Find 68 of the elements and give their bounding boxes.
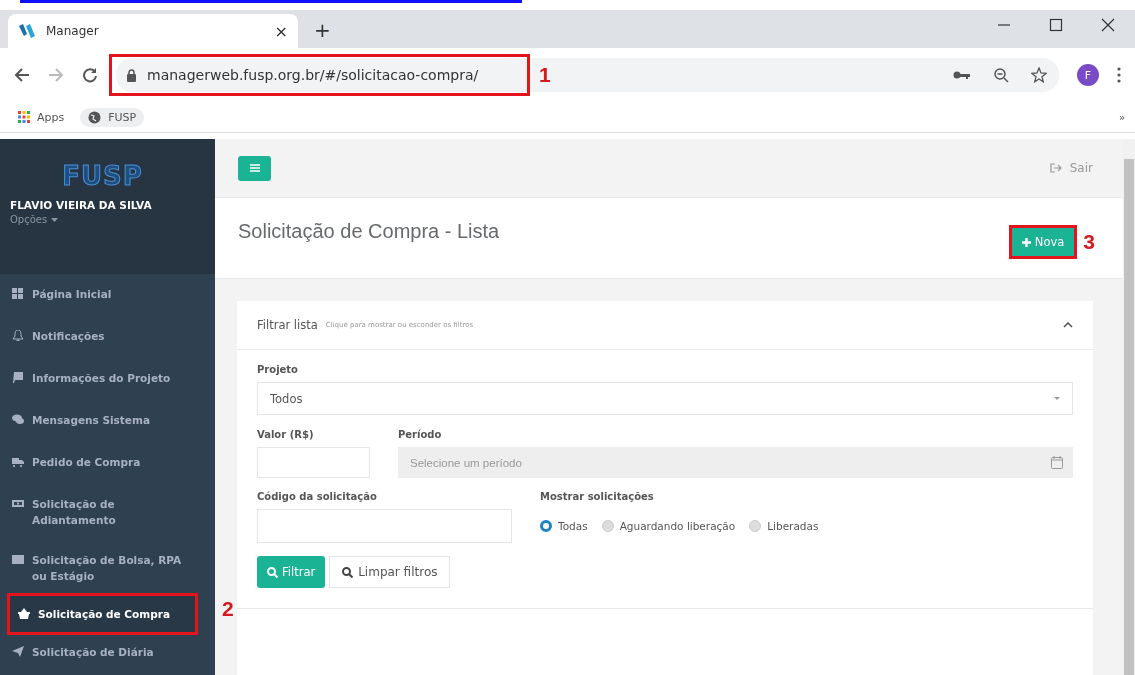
field-label: Projeto xyxy=(257,364,299,375)
sidebar-item[interactable]: Solicitação de Bolsa, RPA ou Estágio xyxy=(0,540,215,596)
clear-filters-button[interactable]: Limpar filtros xyxy=(329,556,451,588)
bookmark[interactable]: Apps xyxy=(10,107,73,127)
close-icon[interactable] xyxy=(1101,18,1115,32)
scrollbar[interactable] xyxy=(1123,139,1135,675)
page-title: Solicitação de Compra - Lista xyxy=(238,220,500,244)
sidebar-item[interactable]: Informações do Projeto xyxy=(0,358,215,400)
address-bar[interactable]: managerweb.fusp.org.br/#/solicitacao-compra/ xyxy=(112,57,527,93)
globe-icon xyxy=(88,110,102,124)
new-tab-button[interactable]: + xyxy=(314,18,331,42)
back-arrow-icon[interactable] xyxy=(14,67,30,83)
browser-tab[interactable]: Manager × xyxy=(8,14,298,48)
logo-icon xyxy=(18,23,36,39)
apps-grid-icon xyxy=(18,111,30,123)
truck-icon xyxy=(12,456,24,467)
bookmark[interactable]: FUSP xyxy=(80,107,145,127)
radio-option[interactable]: Liberadas xyxy=(749,520,819,532)
basket-icon xyxy=(18,608,30,619)
sidebar-item[interactable]: Solicitação de Adiantamento xyxy=(0,484,215,540)
zoom-out-icon[interactable] xyxy=(993,67,1009,83)
tab-title: Manager xyxy=(46,24,100,38)
annotation-number: 3 xyxy=(1083,230,1095,254)
maximize-icon[interactable] xyxy=(1049,18,1063,32)
grid-icon xyxy=(12,288,24,299)
star-icon[interactable] xyxy=(1031,67,1047,83)
more-menu-icon[interactable] xyxy=(1117,67,1121,83)
banknote-icon xyxy=(12,498,24,509)
sidebar-item[interactable]: Página Inicial xyxy=(0,274,215,316)
annotation-number: 1 xyxy=(539,63,551,87)
caret-icon xyxy=(51,217,59,222)
menu-icon xyxy=(249,164,260,172)
field-label: Código da solicitação xyxy=(257,491,378,502)
chat-icon xyxy=(12,414,24,425)
options-dropdown[interactable]: Opções xyxy=(10,214,215,225)
more-bookmarks-button[interactable]: » xyxy=(1118,111,1125,123)
caret-icon xyxy=(1054,397,1060,400)
user-name: FLAVIO VIEIRA DA SILVA xyxy=(10,199,153,211)
sidebar-item[interactable]: Solicitação de Diária xyxy=(0,632,215,674)
project-select[interactable]: Todos xyxy=(257,382,1073,415)
field-label: Período xyxy=(398,429,443,440)
plus-icon xyxy=(1021,237,1031,247)
sidebar-item[interactable]: Notificações xyxy=(0,316,215,358)
field-label: Mostrar solicitações xyxy=(540,491,655,502)
panel-title: Filtrar lista xyxy=(257,318,318,332)
sidebar-item[interactable]: Pedido de Compra xyxy=(0,442,215,484)
search-icon xyxy=(267,566,278,578)
logo: FUSP xyxy=(62,161,143,191)
calendar-icon xyxy=(1051,456,1063,469)
period-field[interactable]: Selecione um período xyxy=(398,447,1073,478)
bell-icon xyxy=(12,330,24,341)
search-icon xyxy=(342,566,354,578)
profile-avatar[interactable]: F xyxy=(1077,64,1099,86)
annotation-number: 2 xyxy=(222,601,234,617)
lock-icon xyxy=(126,68,137,82)
reload-icon[interactable] xyxy=(82,67,98,83)
radio-option[interactable]: Todas xyxy=(540,520,588,532)
collapse-chevron-icon[interactable] xyxy=(1063,322,1073,328)
plane-icon xyxy=(12,646,24,657)
sidebar-item[interactable]: Mensagens Sistema xyxy=(0,400,215,442)
field-label: Valor (R$) xyxy=(257,429,315,440)
sign-out-icon xyxy=(1049,163,1062,173)
value-input[interactable] xyxy=(257,447,370,478)
key-icon[interactable] xyxy=(953,69,971,81)
radio-option[interactable]: Aguardando liberação xyxy=(601,520,736,532)
code-input[interactable] xyxy=(257,509,512,543)
url-text: managerweb.fusp.org.br/#/solicitacao-compra/ xyxy=(147,67,479,83)
close-tab-button[interactable]: × xyxy=(274,21,288,41)
